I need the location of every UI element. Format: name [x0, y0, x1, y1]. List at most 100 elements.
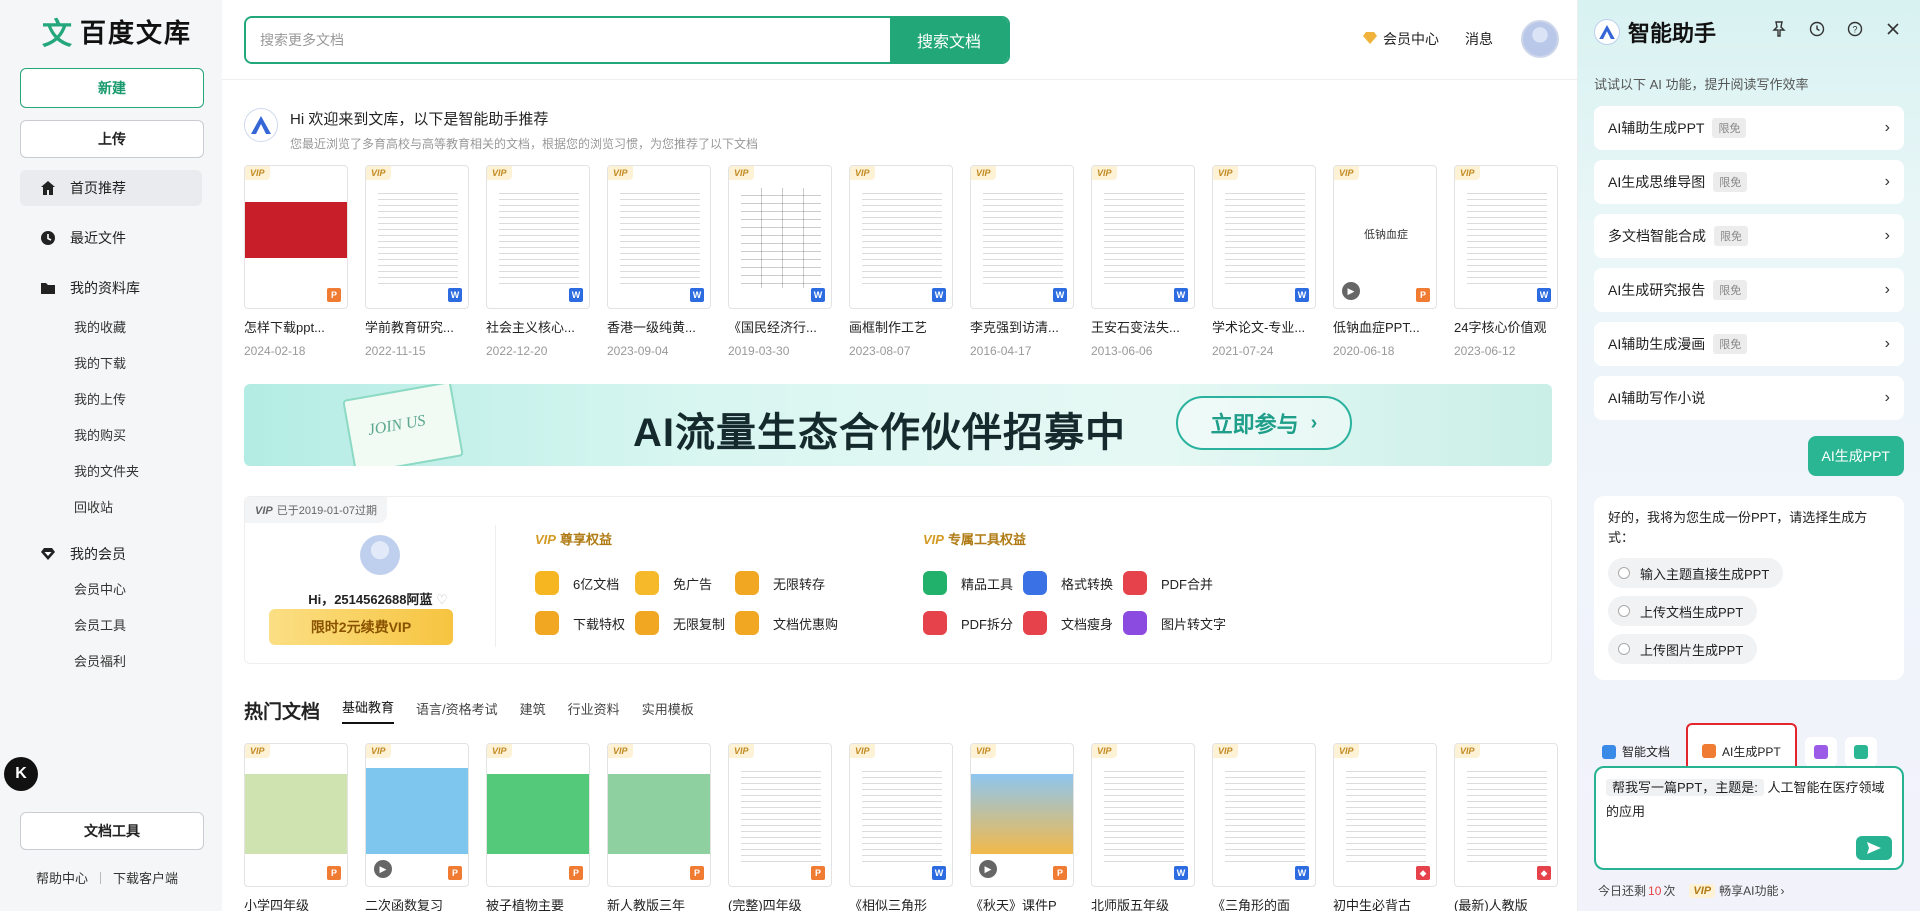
- doc-card[interactable]: VIP W 李克强到访清... 2016-04-17: [970, 165, 1074, 358]
- doc-card[interactable]: VIP W 《相似三角形: [849, 743, 953, 911]
- doc-card[interactable]: VIP P 被子植物主要: [486, 743, 590, 911]
- sidebar-sub-member-tools[interactable]: 会员工具: [20, 608, 202, 644]
- doc-card[interactable]: VIP ⬥ (最新)人教版: [1454, 743, 1558, 911]
- sidebar-item-recent[interactable]: 最近文件: [20, 220, 202, 256]
- doc-thumbnail[interactable]: VIP P: [244, 165, 348, 309]
- doc-thumbnail[interactable]: VIP W: [1212, 743, 1316, 887]
- generation-option[interactable]: 输入主题直接生成PPT: [1608, 558, 1784, 588]
- sidebar-item-member[interactable]: 我的会员: [20, 536, 202, 572]
- doc-card[interactable]: VIP P 新人教版三年: [607, 743, 711, 911]
- doc-card[interactable]: VIP W 《国民经济行... 2019-03-30: [728, 165, 832, 358]
- chat-input-box[interactable]: 帮我写一篇PPT，主题是: 人工智能在医疗领域的应用: [1594, 766, 1904, 870]
- doc-thumbnail[interactable]: VIP ▶ P: [970, 743, 1074, 887]
- doc-thumbnail[interactable]: VIP W: [970, 165, 1074, 309]
- pin-icon[interactable]: [1770, 20, 1788, 38]
- sidebar-sub-purchases[interactable]: 我的购买: [20, 418, 202, 454]
- history-icon[interactable]: [1808, 20, 1826, 38]
- generation-option[interactable]: 上传文档生成PPT: [1608, 596, 1758, 626]
- doc-title[interactable]: 学术论文-专业...: [1212, 317, 1316, 336]
- doc-card[interactable]: VIP W 24字核心价值观 2023-06-12: [1454, 165, 1558, 358]
- doc-thumbnail[interactable]: VIP 低钠血症 ▶ P: [1333, 165, 1437, 309]
- vip-tool-item[interactable]: PDF拆分: [923, 611, 1013, 635]
- more-skill-chip-1[interactable]: [1804, 736, 1837, 767]
- doc-title[interactable]: (最新)人教版: [1454, 895, 1558, 911]
- doc-thumbnail[interactable]: VIP W: [486, 165, 590, 309]
- vip-tool-item[interactable]: PDF合并: [1123, 571, 1213, 595]
- ai-feature-item[interactable]: AI生成研究报告 限免 ›: [1594, 268, 1904, 312]
- ai-feature-item[interactable]: AI辅助写作小说 ›: [1594, 376, 1904, 420]
- doc-thumbnail[interactable]: VIP W: [728, 165, 832, 309]
- join-now-button[interactable]: 立即参与 ›: [1176, 396, 1352, 450]
- doc-card[interactable]: VIP 低钠血症 ▶ P 低钠血症PPT... 2020-06-18: [1333, 165, 1437, 358]
- vip-center-link[interactable]: 会员中心: [1363, 29, 1439, 49]
- doc-title[interactable]: 社会主义核心...: [486, 317, 590, 336]
- doc-card[interactable]: VIP P 怎样下载ppt... 2024-02-18: [244, 165, 348, 358]
- doc-title[interactable]: (完整)四年级: [728, 895, 832, 911]
- doc-title[interactable]: 画框制作工艺: [849, 317, 953, 336]
- doc-title[interactable]: 《三角形的面: [1212, 895, 1316, 911]
- doc-card[interactable]: VIP W 画框制作工艺 2023-08-07: [849, 165, 953, 358]
- doc-card[interactable]: VIP W 香港一级纯黄... 2023-09-04: [607, 165, 711, 358]
- doc-thumbnail[interactable]: VIP W: [849, 743, 953, 887]
- sidebar-sub-member-center[interactable]: 会员中心: [20, 572, 202, 608]
- help-center-link[interactable]: 帮助中心: [36, 868, 88, 887]
- doc-title[interactable]: 北师版五年级: [1091, 895, 1195, 911]
- doc-thumbnail[interactable]: VIP P: [486, 743, 590, 887]
- doc-title[interactable]: 王安石变法失...: [1091, 317, 1195, 336]
- generation-option[interactable]: 上传图片生成PPT: [1608, 634, 1758, 664]
- sidebar-sub-favorites[interactable]: 我的收藏: [20, 310, 202, 346]
- doc-thumbnail[interactable]: VIP ⬥: [1333, 743, 1437, 887]
- doc-card[interactable]: VIP W 王安石变法失... 2013-06-06: [1091, 165, 1195, 358]
- doc-title[interactable]: 《相似三角形: [849, 895, 953, 911]
- doc-card[interactable]: VIP W 学术论文-专业... 2021-07-24: [1212, 165, 1316, 358]
- upload-button[interactable]: 上传: [20, 120, 204, 158]
- more-skill-chip-2[interactable]: [1844, 736, 1877, 767]
- doc-card[interactable]: VIP ⬥ 初中生必背古: [1333, 743, 1437, 911]
- doc-title[interactable]: 李克强到访清...: [970, 317, 1074, 336]
- doc-tools-button[interactable]: 文档工具: [20, 812, 204, 850]
- doc-title[interactable]: 二次函数复习: [365, 895, 469, 911]
- sidebar-sub-uploads[interactable]: 我的上传: [20, 382, 202, 418]
- doc-thumbnail[interactable]: VIP W: [1212, 165, 1316, 309]
- ai-feature-item[interactable]: AI辅助生成漫画 限免 ›: [1594, 322, 1904, 366]
- send-button[interactable]: [1856, 836, 1892, 860]
- doc-card[interactable]: VIP W 学前教育研究... 2022-11-15: [365, 165, 469, 358]
- doc-thumbnail[interactable]: VIP W: [607, 165, 711, 309]
- sidebar-sub-downloads[interactable]: 我的下载: [20, 346, 202, 382]
- doc-card[interactable]: VIP ▶ P 《秋天》课件P: [970, 743, 1074, 911]
- ai-feature-item[interactable]: AI辅助生成PPT 限免 ›: [1594, 106, 1904, 150]
- renew-vip-button[interactable]: 限时2元续费VIP: [269, 609, 453, 645]
- vip-benefit-item[interactable]: 免广告: [635, 571, 712, 595]
- doc-thumbnail[interactable]: VIP W: [849, 165, 953, 309]
- vip-benefit-item[interactable]: 无限转存: [735, 571, 825, 595]
- doc-title[interactable]: 《秋天》课件P: [970, 895, 1074, 911]
- doc-card[interactable]: VIP P (完整)四年级: [728, 743, 832, 911]
- smart-doc-chip[interactable]: 智能文档: [1594, 737, 1678, 767]
- messages-link[interactable]: 消息: [1465, 29, 1493, 49]
- doc-card[interactable]: VIP ▶ P 二次函数复习: [365, 743, 469, 911]
- search-input[interactable]: [246, 18, 890, 62]
- close-icon[interactable]: [1884, 20, 1902, 38]
- ai-feature-item[interactable]: 多文档智能合成 限免 ›: [1594, 214, 1904, 258]
- doc-thumbnail[interactable]: VIP W: [365, 165, 469, 309]
- doc-thumbnail[interactable]: VIP P: [607, 743, 711, 887]
- download-client-link[interactable]: 下载客户端: [113, 868, 178, 887]
- doc-thumbnail[interactable]: VIP ▶ P: [365, 743, 469, 887]
- vip-benefit-item[interactable]: 无限复制: [635, 611, 725, 635]
- doc-title[interactable]: 小学四年级: [244, 895, 348, 911]
- tab-architecture[interactable]: 建筑: [520, 699, 546, 724]
- promo-banner[interactable]: JOIN US AI流量生态合作伙伴招募中 立即参与 ›: [244, 384, 1552, 466]
- doc-card[interactable]: VIP P 小学四年级: [244, 743, 348, 911]
- help-icon[interactable]: ?: [1846, 20, 1864, 38]
- doc-card[interactable]: VIP W 北师版五年级: [1091, 743, 1195, 911]
- new-button[interactable]: 新建: [20, 68, 204, 108]
- logo[interactable]: 文 百度文库: [20, 0, 202, 62]
- doc-thumbnail[interactable]: VIP W: [1454, 165, 1558, 309]
- tab-industry[interactable]: 行业资料: [568, 699, 620, 724]
- vip-benefit-item[interactable]: 6亿文档: [535, 571, 619, 595]
- doc-title[interactable]: 低钠血症PPT...: [1333, 317, 1437, 336]
- sidebar-sub-trash[interactable]: 回收站: [20, 490, 202, 526]
- avatar[interactable]: [1521, 20, 1559, 58]
- chat-input-text[interactable]: 帮我写一篇PPT，主题是: 人工智能在医疗领域的应用: [1606, 776, 1892, 824]
- vip-benefit-item[interactable]: 下载特权: [535, 611, 625, 635]
